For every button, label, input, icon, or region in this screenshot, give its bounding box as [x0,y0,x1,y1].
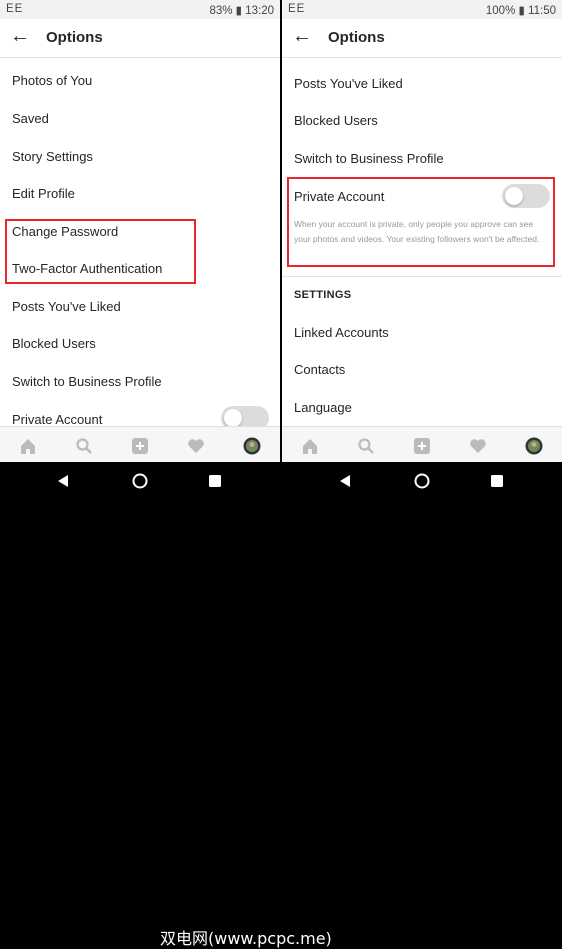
battery-level: 83% [209,5,233,17]
toggle-knob [224,409,242,427]
menu-item-photos-of-you[interactable]: Photos of You [12,73,92,88]
status-bar: EE 100% ▮ 11:50 [282,0,562,19]
menu-item-posts-liked[interactable]: Posts You've Liked [294,76,403,91]
recents-square-icon[interactable] [208,474,222,488]
left-screen: EE 83% ▮ 13:20 ← Options Photos of You S… [0,0,280,462]
menu-item-private-account[interactable]: Private Account [12,412,102,427]
clock: 11:50 [528,5,556,17]
menu-item-posts-liked[interactable]: Posts You've Liked [12,299,121,314]
menu-item-language[interactable]: Language [294,400,352,415]
highlight-box [5,219,196,284]
clock: 13:20 [245,5,274,17]
search-icon[interactable] [357,437,375,455]
carrier-label: EE [6,3,24,15]
home-icon[interactable] [301,437,319,455]
page-title: Options [46,29,103,46]
tab-bar [282,426,562,462]
status-bar: EE 83% ▮ 13:20 [0,0,280,19]
menu-item-story-settings[interactable]: Story Settings [12,149,93,164]
back-arrow-icon[interactable]: ← [292,25,312,48]
page-title: Options [328,29,385,46]
settings-section-header: SETTINGS [294,289,352,301]
home-circle-icon[interactable] [414,473,430,489]
divider [282,276,562,277]
heart-icon[interactable] [187,437,205,455]
status-right: 100% ▮ 11:50 [486,3,556,17]
app-bar: ← Options [0,19,280,58]
app-bar: ← Options [282,19,562,58]
menu-item-linked-accounts[interactable]: Linked Accounts [294,325,389,340]
tab-bar [0,426,280,462]
menu-item-business-profile[interactable]: Switch to Business Profile [12,374,162,389]
highlight-box [287,177,555,267]
system-nav-bar: 双电网(www.pcpc.me) [0,462,562,948]
battery-level: 100% [485,5,516,17]
back-arrow-icon[interactable]: ← [10,25,30,48]
profile-icon[interactable] [243,437,261,455]
status-right: 83% ▮ 13:20 [209,3,274,17]
menu-item-blocked-users[interactable]: Blocked Users [12,336,96,351]
watermark-text: 双电网(www.pcpc.me) [160,929,332,948]
right-screen: EE 100% ▮ 11:50 ← Options Posts You've L… [282,0,562,462]
back-triangle-icon[interactable] [338,474,352,488]
profile-icon[interactable] [525,437,543,455]
heart-icon[interactable] [469,437,487,455]
back-triangle-icon[interactable] [56,474,70,488]
carrier-label: EE [288,3,306,15]
search-icon[interactable] [75,437,93,455]
menu-item-blocked-users[interactable]: Blocked Users [294,113,378,128]
battery-icon: ▮ [518,5,525,17]
add-icon[interactable] [413,437,431,455]
menu-item-business-profile[interactable]: Switch to Business Profile [294,151,444,166]
add-icon[interactable] [131,437,149,455]
home-circle-icon[interactable] [132,473,148,489]
recents-square-icon[interactable] [490,474,504,488]
battery-icon: ▮ [235,5,243,17]
home-icon[interactable] [19,437,37,455]
menu-item-contacts[interactable]: Contacts [294,362,345,377]
menu-item-saved[interactable]: Saved [12,111,49,126]
menu-item-edit-profile[interactable]: Edit Profile [12,186,75,201]
